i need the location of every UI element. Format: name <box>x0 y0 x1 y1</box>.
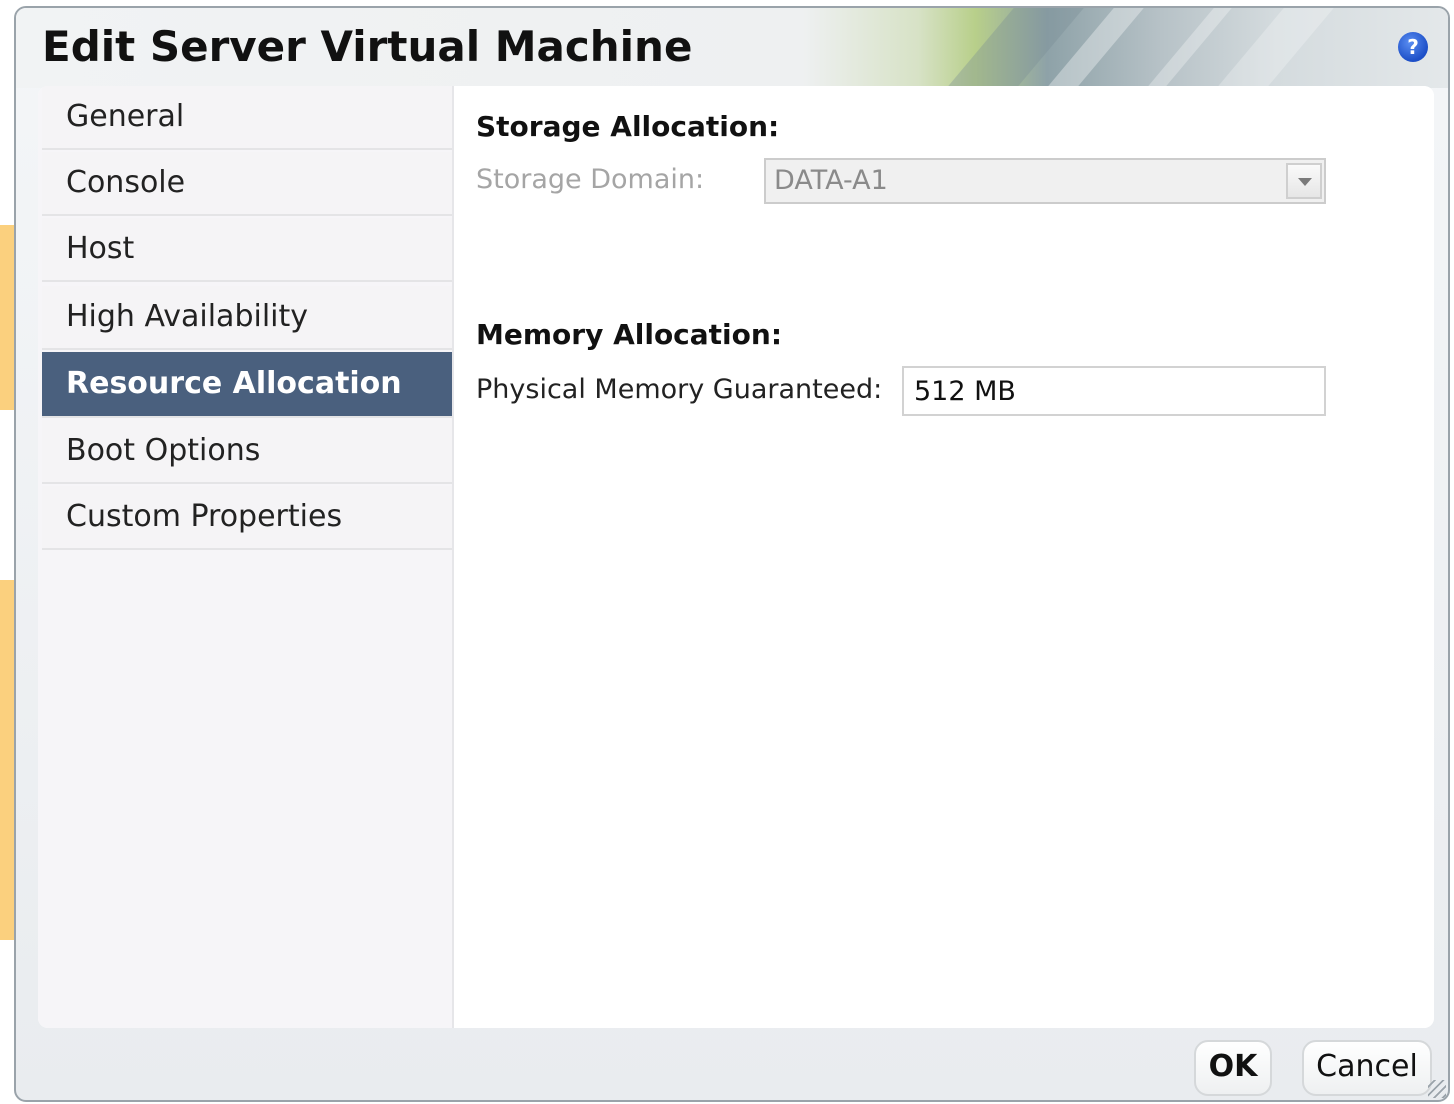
ok-button[interactable]: OK <box>1194 1040 1272 1096</box>
help-icon[interactable]: ? <box>1398 32 1428 62</box>
edit-vm-dialog: Edit Server Virtual Machine ? General Co… <box>14 6 1450 1102</box>
dialog-content: General Console Host High Availability R… <box>38 86 1434 1028</box>
storage-domain-select[interactable]: DATA-A1 <box>764 158 1326 204</box>
sidebar-item-boot-options[interactable]: Boot Options <box>42 420 452 484</box>
resize-grip-icon[interactable] <box>1428 1080 1446 1098</box>
storage-domain-value: DATA-A1 <box>774 165 888 196</box>
physical-memory-guaranteed-label: Physical Memory Guaranteed: <box>476 374 883 405</box>
dialog-header[interactable]: Edit Server Virtual Machine ? <box>16 8 1448 88</box>
storage-allocation-heading: Storage Allocation: <box>476 110 780 143</box>
sidebar-item-general[interactable]: General <box>42 86 452 150</box>
sidebar-item-host[interactable]: Host <box>42 218 452 282</box>
sidebar-item-custom-properties[interactable]: Custom Properties <box>42 486 452 550</box>
resource-allocation-pane: Storage Allocation: Storage Domain: DATA… <box>454 86 1434 1028</box>
dialog-title: Edit Server Virtual Machine <box>42 22 693 71</box>
sidebar-item-high-availability[interactable]: High Availability <box>42 286 452 350</box>
sidebar-item-resource-allocation[interactable]: Resource Allocation <box>42 352 452 418</box>
memory-allocation-heading: Memory Allocation: <box>476 318 783 351</box>
sidebar-nav: General Console Host High Availability R… <box>38 86 454 1028</box>
cancel-button[interactable]: Cancel <box>1302 1040 1432 1096</box>
storage-domain-label: Storage Domain: <box>476 164 705 195</box>
sidebar-item-console[interactable]: Console <box>42 152 452 216</box>
chevron-down-icon[interactable] <box>1286 163 1322 199</box>
physical-memory-guaranteed-input[interactable] <box>902 366 1326 416</box>
